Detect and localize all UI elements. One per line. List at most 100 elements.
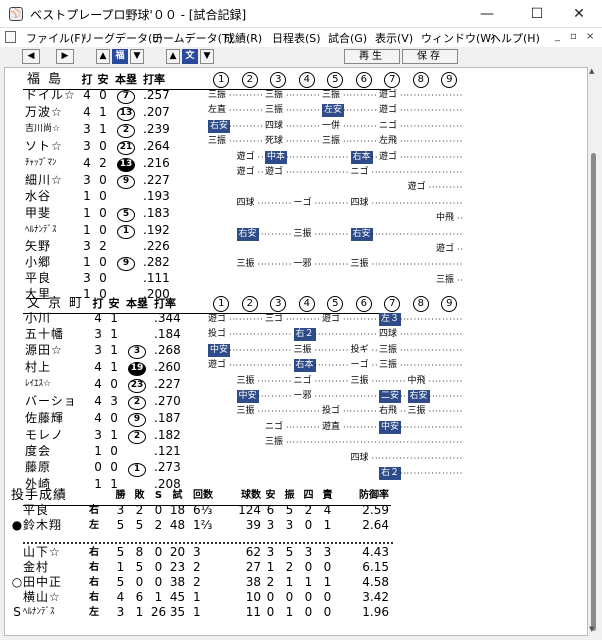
close-button[interactable]: ✕ — [556, 0, 602, 28]
dot-leader: ·········· — [406, 361, 436, 371]
batter-row[interactable]: 度会 1 0 .121 — [21, 444, 194, 459]
batter-name[interactable]: 小郷 — [21, 254, 79, 271]
pitcher-name[interactable]: 金村 — [23, 560, 77, 575]
menu-file[interactable]: ファイル(F) — [26, 30, 85, 46]
batter-name[interactable]: ﾍﾙﾅﾝﾃﾞｽ — [21, 222, 79, 239]
menu-help[interactable]: ヘルプ(H) — [490, 30, 540, 46]
batter-row[interactable]: 佐藤輝 4 0 9 .187 — [21, 410, 194, 428]
batter-row[interactable]: 水谷 1 0 .193 — [21, 189, 183, 204]
pitcher-row[interactable]: 山下☆ 右 5 8 0 20 3 62 3 5 3 3 4.43 — [11, 545, 389, 560]
pitcher-name[interactable]: 田中正 — [23, 575, 77, 590]
batter-avg: .239 — [143, 122, 170, 137]
team-home-button[interactable]: 福 — [112, 49, 128, 64]
plate-appearance: 三振 — [322, 136, 341, 147]
menu-stats[interactable]: 成績(R) — [224, 30, 262, 46]
menu-schedule[interactable]: 日程表(S) — [272, 30, 321, 46]
batter-name[interactable]: 藤原 — [21, 460, 90, 477]
batting-table: 福島打安本塁 打率 ドイル☆ 4 0 7.257 万波☆ 4 1 13.207 吉川尚☆ 3 1 2.23… — [21, 72, 183, 302]
batter-name[interactable]: 度会 — [21, 444, 90, 459]
dot-leader: ···· — [457, 214, 464, 224]
batter-name[interactable]: バーショ — [21, 393, 90, 410]
menu-window[interactable]: ウィンドウ(W) — [421, 30, 495, 46]
batter-name[interactable]: 吉川尚☆ — [21, 121, 79, 138]
minimize-button[interactable]: — — [464, 0, 510, 28]
batter-name[interactable]: 甲斐 — [21, 205, 79, 222]
plate-appearance: 三振 — [379, 344, 398, 355]
pitcher-name[interactable]: 横山☆ — [23, 590, 77, 605]
batting-table: 文京町打安本塁 打率 小川 4 1.344 五十幡 3 1.184 源田☆ 3 1 3.268 村上 4 1… — [21, 296, 194, 492]
batter-row[interactable]: 万波☆ 4 1 13 .207 — [21, 104, 183, 122]
pitcher-bb: 1 — [304, 575, 313, 589]
batter-name[interactable]: 源田☆ — [21, 342, 90, 359]
menu-game[interactable]: 試合(G) — [328, 30, 367, 46]
pitcher-name[interactable]: ﾍﾙﾅﾝﾃﾞｽ — [23, 605, 77, 620]
mdi-close-button[interactable]: × — [586, 31, 594, 42]
pitcher-g: 38 — [169, 575, 186, 589]
batter-avg: .193 — [143, 189, 170, 204]
team-away-button[interactable]: 文 — [182, 49, 198, 64]
replay-button[interactable]: 再生 — [344, 49, 400, 64]
batter-row[interactable]: ﾍﾙﾅﾝﾃﾞｽ 1 0 1 .192 — [21, 222, 183, 239]
batter-row[interactable]: 藤原 0 0 1.273 — [21, 460, 194, 477]
batter-name[interactable]: ﾚｲｴｽ☆ — [21, 376, 90, 393]
batter-name[interactable]: 万波☆ — [21, 104, 79, 121]
pitcher-row[interactable]: ● 鈴木翔左 5 5 2 48 1⅔ 39 3 3 0 1 2.64 — [11, 518, 389, 533]
batter-row[interactable]: モレノ 3 1 2 .182 — [21, 427, 194, 445]
batter-row[interactable]: 小郷 1 0 9 .282 — [21, 254, 183, 272]
maximize-button[interactable]: ☐ — [514, 0, 560, 28]
batter-name[interactable]: 矢野 — [21, 239, 79, 254]
batter-row[interactable]: 矢野 3 2 .226 — [21, 239, 183, 254]
prev-arrow-icon[interactable]: ◀ — [22, 49, 40, 64]
scrollbar-thumb[interactable] — [591, 153, 596, 631]
batter-name[interactable]: ソト☆ — [21, 138, 79, 155]
dot-leader: ·········· — [435, 314, 464, 324]
vertical-scrollbar[interactable]: ▲ ▼ — [588, 67, 599, 636]
batter-row[interactable]: ﾚｲｴｽ☆ 4 0 23 .227 — [21, 376, 194, 394]
batter-row[interactable]: 村上 4 1 19 .260 — [21, 359, 194, 377]
batter-row[interactable]: 源田☆ 3 1 3 .268 — [21, 342, 194, 360]
header-ph: 安 — [265, 490, 276, 501]
document-icon[interactable] — [5, 31, 16, 43]
pitcher-name[interactable]: 山下☆ — [23, 545, 77, 560]
batter-row[interactable]: バーショ 4 3 2 .270 — [21, 393, 194, 411]
batter-name[interactable]: 村上 — [21, 359, 90, 376]
mdi-minimize-button[interactable]: _ — [555, 31, 560, 42]
menu-league-data[interactable]: リーグデータ(L) — [82, 30, 163, 46]
pitcher-so: 1 — [285, 575, 294, 589]
dot-leader: ···· — [314, 361, 322, 371]
team2-up-button[interactable]: ▲ — [166, 49, 180, 64]
batter-row[interactable]: 細川☆ 3 0 9 .227 — [21, 172, 183, 190]
batter-row[interactable]: 甲斐 1 0 5 .183 — [21, 205, 183, 222]
batter-name[interactable]: 佐藤輝 — [21, 410, 90, 427]
pitcher-row[interactable]: 金村右 1 5 0 23 2 27 1 2 0 0 6.15 — [11, 560, 389, 575]
team-up-button[interactable]: ▲ — [96, 49, 110, 64]
plate-appearance: 中本 — [265, 150, 288, 164]
next-arrow-icon[interactable]: ▶ — [56, 49, 74, 64]
batter-name[interactable]: 水谷 — [21, 189, 79, 204]
batter-name[interactable]: 平良 — [21, 271, 79, 286]
menu-team-data[interactable]: チームデータ(T) — [152, 30, 233, 46]
batter-name[interactable]: ﾁｬｯﾌﾞﾏﾝ — [21, 155, 79, 172]
menu-view[interactable]: 表示(V) — [375, 30, 413, 46]
pitcher-row[interactable]: 横山☆ 右 4 6 1 45 1 10 0 0 0 0 3.42 — [11, 590, 389, 605]
mdi-restore-button[interactable]: ▫ — [570, 31, 577, 42]
dot-leader: ···· — [229, 121, 236, 131]
pitcher-row[interactable]: ○ 田中正右 5 0 0 38 2 38 2 1 1 1 4.58 — [11, 575, 389, 590]
batter-row[interactable]: ﾁｬｯﾌﾞﾏﾝ 4 2 13 .216 — [21, 155, 183, 173]
scroll-down-icon[interactable]: ▼ — [589, 625, 594, 633]
dot-leader: ·········· — [435, 183, 464, 193]
team2-down-button[interactable]: ▼ — [200, 49, 214, 64]
batter-row[interactable]: ソト☆ 3 0 21 .264 — [21, 138, 183, 156]
pitcher-row[interactable]: S ﾍﾙﾅﾝﾃﾞｽ左 3 1 26 35 1 11 0 1 0 0 1.96 — [11, 605, 389, 620]
scroll-up-icon[interactable]: ▲ — [589, 67, 594, 75]
save-button[interactable]: 保存 — [402, 49, 458, 64]
batter-name[interactable]: 五十幡 — [21, 327, 90, 342]
batter-row[interactable]: 五十幡 3 1 .184 — [21, 327, 194, 342]
pitcher-name[interactable]: 鈴木翔 — [23, 518, 77, 533]
batter-row[interactable]: 吉川尚☆ 3 1 2 .239 — [21, 121, 183, 139]
batter-name[interactable]: モレノ — [21, 427, 90, 444]
batter-row[interactable]: 平良 3 0 .111 — [21, 271, 183, 286]
team-down-button[interactable]: ▼ — [130, 49, 144, 64]
dot-leader: ·········· — [321, 330, 350, 340]
batter-name[interactable]: 細川☆ — [21, 172, 79, 189]
